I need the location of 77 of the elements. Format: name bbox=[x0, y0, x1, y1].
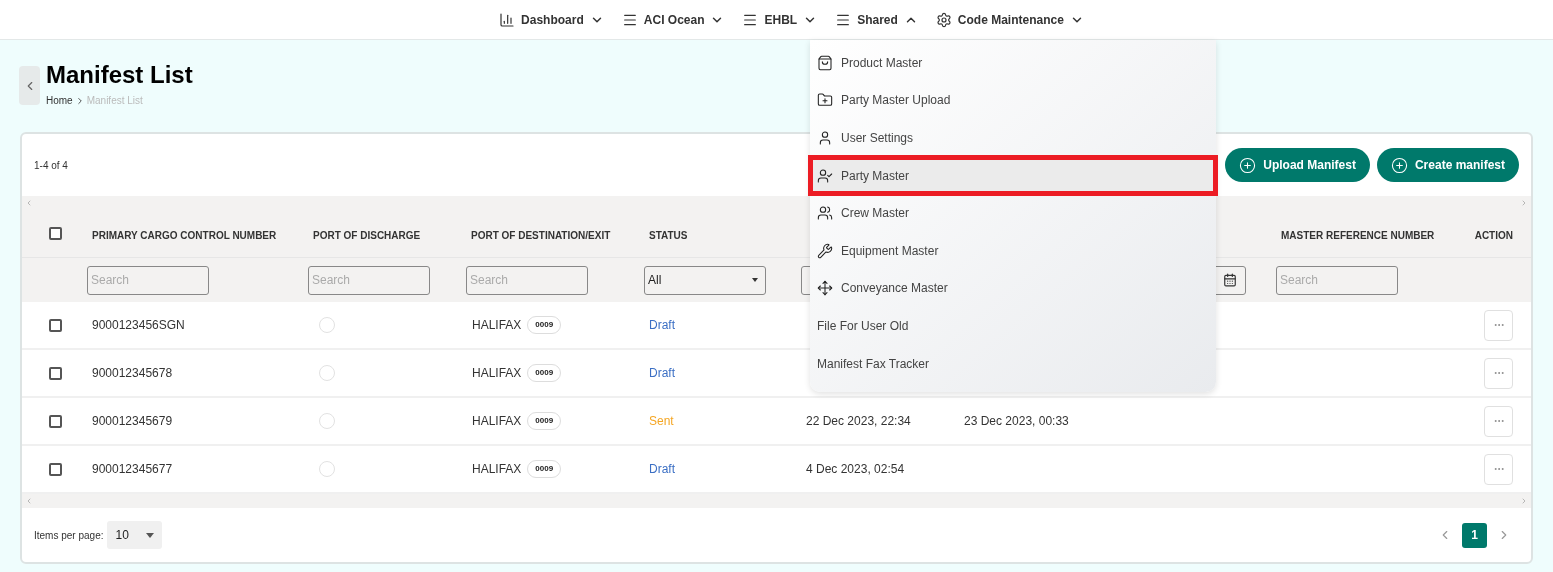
column-header: MASTER REFERENCE NUMBER bbox=[1281, 229, 1435, 241]
status-select[interactable]: All bbox=[644, 265, 766, 295]
calendar-icon[interactable] bbox=[1223, 273, 1237, 287]
table-cell: 22 Dec 2023, 22:34 bbox=[806, 414, 911, 428]
table-cell-text: 900012345679 bbox=[91, 413, 173, 430]
scroll-left-icon[interactable] bbox=[25, 199, 33, 207]
menu-item[interactable]: File For User Old bbox=[810, 307, 1216, 345]
status-text: Sent bbox=[648, 413, 674, 430]
checkbox[interactable] bbox=[49, 414, 62, 428]
wrench-icon bbox=[817, 242, 833, 259]
table-cell-text: 900012345677 bbox=[91, 461, 173, 478]
more-button[interactable] bbox=[1484, 357, 1513, 389]
plus-circle-icon bbox=[1390, 156, 1408, 174]
action-button[interactable]: Upload Manifest bbox=[1225, 148, 1370, 182]
table-cell-text: HALIFAX bbox=[472, 461, 522, 478]
move-arrows-icon bbox=[817, 280, 833, 297]
scroll-right-icon[interactable] bbox=[1520, 199, 1528, 207]
back-button[interactable] bbox=[19, 66, 40, 105]
nav-menu-item[interactable]: Code Maintenance bbox=[935, 10, 1084, 29]
user-icon bbox=[817, 130, 833, 146]
table-cell-text: HALIFAX bbox=[472, 413, 522, 430]
column-header: PORT OF DISCHARGE bbox=[313, 229, 421, 241]
bar-chart-icon bbox=[499, 11, 516, 28]
bag-icon bbox=[817, 54, 833, 71]
menu-item[interactable]: Equipment Master bbox=[810, 231, 1216, 270]
search-field[interactable]: Search bbox=[308, 265, 430, 295]
checkbox[interactable] bbox=[49, 462, 62, 476]
column-header: STATUS bbox=[649, 229, 688, 241]
nav-menu-item[interactable]: Dashboard bbox=[499, 10, 604, 29]
status-text: Draft bbox=[648, 317, 675, 334]
nav-menu-item[interactable]: EHBL bbox=[742, 10, 818, 29]
action-button[interactable]: Create manifest bbox=[1376, 148, 1519, 182]
status-text: Draft bbox=[648, 365, 675, 382]
search-field[interactable]: Search bbox=[87, 265, 209, 295]
column-header: ACTION bbox=[1474, 229, 1513, 241]
menu-item[interactable]: Manifest Fax Tracker bbox=[810, 344, 1216, 383]
menu-item[interactable]: Conveyance Master bbox=[810, 269, 1216, 308]
column-header: PORT OF DESTINATION/EXIT bbox=[471, 229, 611, 241]
nav-menu-item[interactable]: ACI Ocean bbox=[621, 10, 725, 29]
plus-circle-icon bbox=[1239, 156, 1257, 174]
caret-icon bbox=[146, 532, 155, 538]
scroll-left-icon[interactable] bbox=[25, 497, 33, 505]
record-count: 1-4 of 4 bbox=[34, 158, 68, 173]
breadcrumb-current: Manifest List bbox=[86, 94, 143, 108]
more-button[interactable] bbox=[1484, 453, 1513, 485]
folder-plus-icon bbox=[817, 92, 833, 109]
checkbox[interactable] bbox=[49, 318, 62, 332]
menu-item[interactable]: Party Master Upload bbox=[810, 81, 1216, 120]
caret-icon bbox=[752, 278, 758, 282]
menu-item[interactable]: Crew Master bbox=[810, 194, 1216, 232]
more-button[interactable] bbox=[1484, 405, 1513, 437]
checkbox[interactable] bbox=[49, 366, 62, 380]
scroll-right-icon[interactable] bbox=[1520, 497, 1528, 505]
column-header: PRIMARY CARGO CONTROL NUMBER bbox=[92, 229, 277, 241]
menu-item[interactable]: User Settings bbox=[810, 119, 1216, 157]
search-field[interactable]: Search bbox=[466, 265, 588, 295]
table-cell-text: 9000123456SGN bbox=[91, 317, 185, 334]
table-cell-text: HALIFAX bbox=[472, 365, 522, 382]
table-cell-text: HALIFAX bbox=[472, 317, 522, 334]
search-field[interactable]: Search bbox=[1276, 265, 1398, 295]
table-cell: 23 Dec 2023, 00:33 bbox=[964, 414, 1069, 428]
menu-item[interactable]: Party Master bbox=[810, 156, 1216, 195]
status-text: Draft bbox=[648, 461, 675, 478]
items-per-page-select[interactable]: 10 bbox=[107, 521, 163, 549]
checkbox[interactable] bbox=[49, 227, 62, 240]
table-cell-text: 900012345678 bbox=[91, 365, 173, 382]
nav-menu-item[interactable]: Shared bbox=[835, 10, 918, 29]
menu-item[interactable]: Product Master bbox=[810, 44, 1216, 82]
users-icon bbox=[817, 205, 833, 222]
items-per-page-label: Items per page: bbox=[34, 528, 104, 543]
more-button[interactable] bbox=[1484, 309, 1513, 341]
table-cell: 4 Dec 2023, 02:54 bbox=[806, 462, 905, 476]
breadcrumb-link[interactable]: Home bbox=[46, 93, 73, 108]
settings-icon bbox=[935, 11, 952, 28]
page-title: Manifest List bbox=[46, 60, 193, 90]
user-check-icon bbox=[817, 167, 833, 184]
page-button[interactable]: 1 bbox=[1462, 522, 1487, 548]
